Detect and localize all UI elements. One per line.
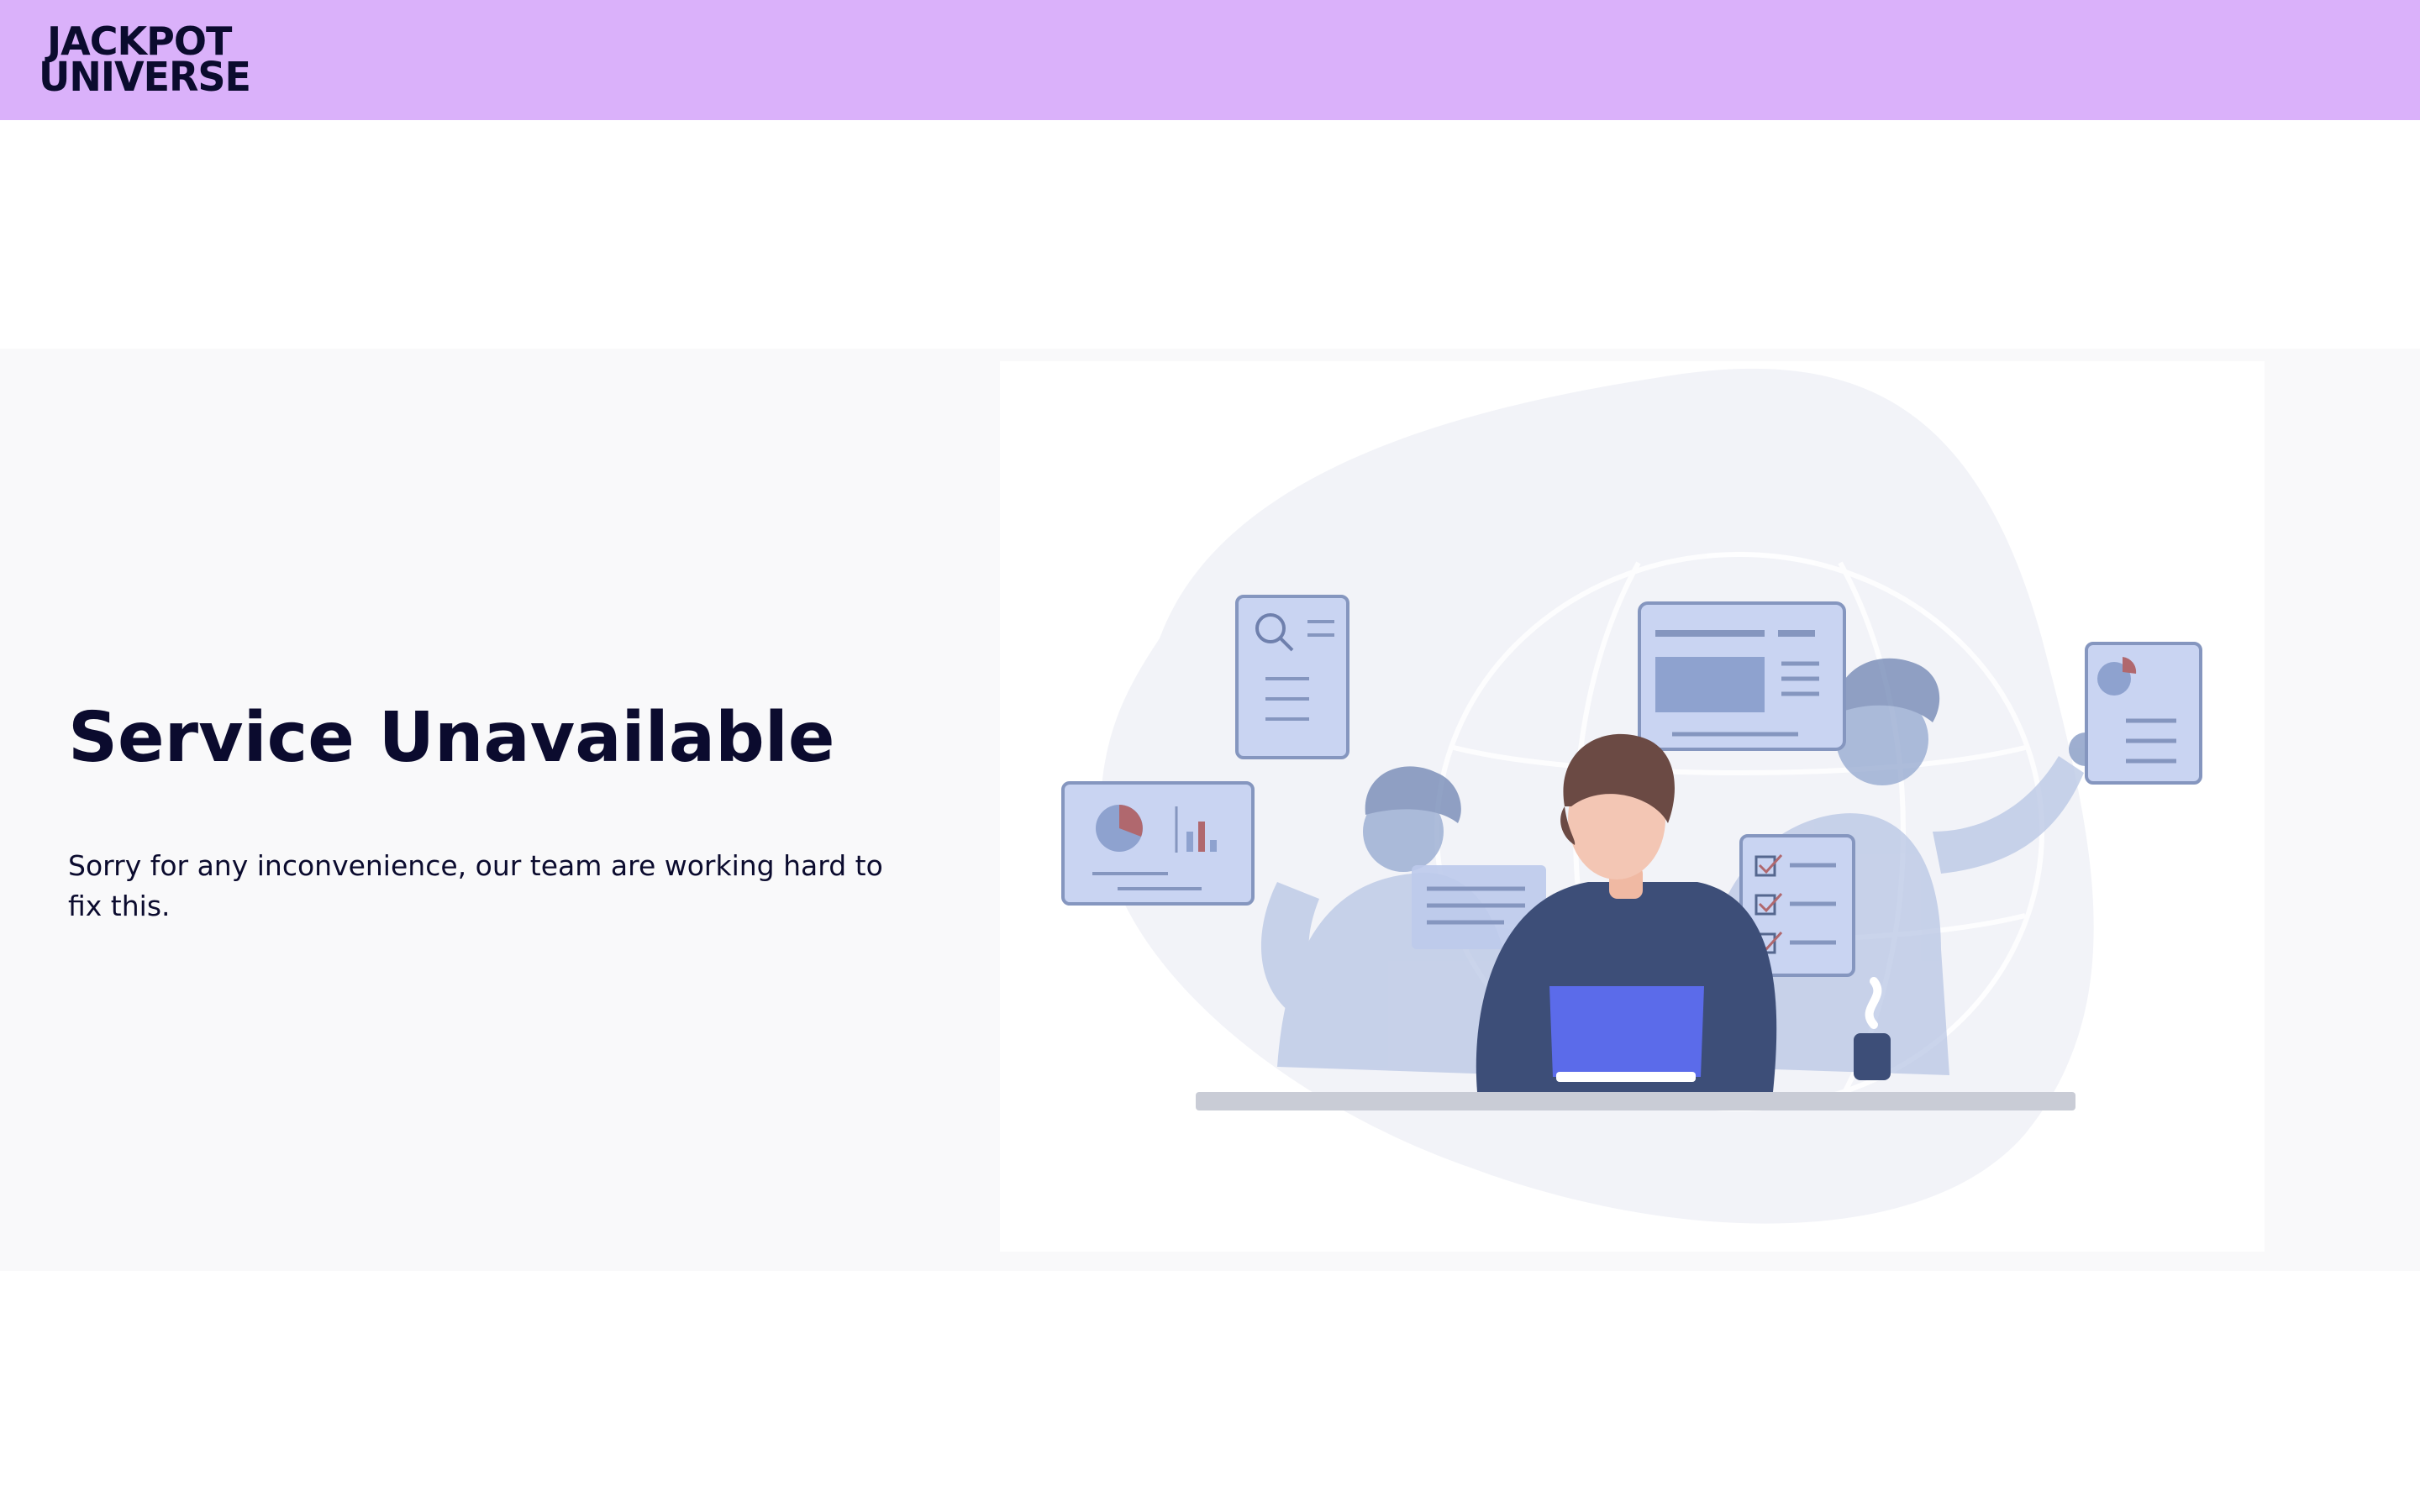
page-title: Service Unavailable bbox=[68, 698, 835, 778]
jackpot-universe-logo[interactable]: JACKPOT UNIVERSE bbox=[39, 22, 291, 101]
laptop bbox=[1549, 986, 1704, 1082]
search-document-panel bbox=[1235, 595, 1349, 759]
logo-line-2: UNIVERSE bbox=[39, 52, 251, 101]
team-working-illustration bbox=[1000, 361, 2265, 1252]
chart-panel bbox=[1061, 781, 1255, 906]
small-report-panel bbox=[2085, 642, 2202, 785]
error-message: Sorry for any inconvenience, our team ar… bbox=[68, 849, 883, 922]
desk bbox=[1196, 1092, 2075, 1110]
monitor-panel bbox=[1638, 601, 1846, 751]
top-bar: JACKPOT UNIVERSE bbox=[0, 0, 2420, 120]
error-hero-section: Service Unavailable Sorry for any inconv… bbox=[0, 349, 2420, 1271]
